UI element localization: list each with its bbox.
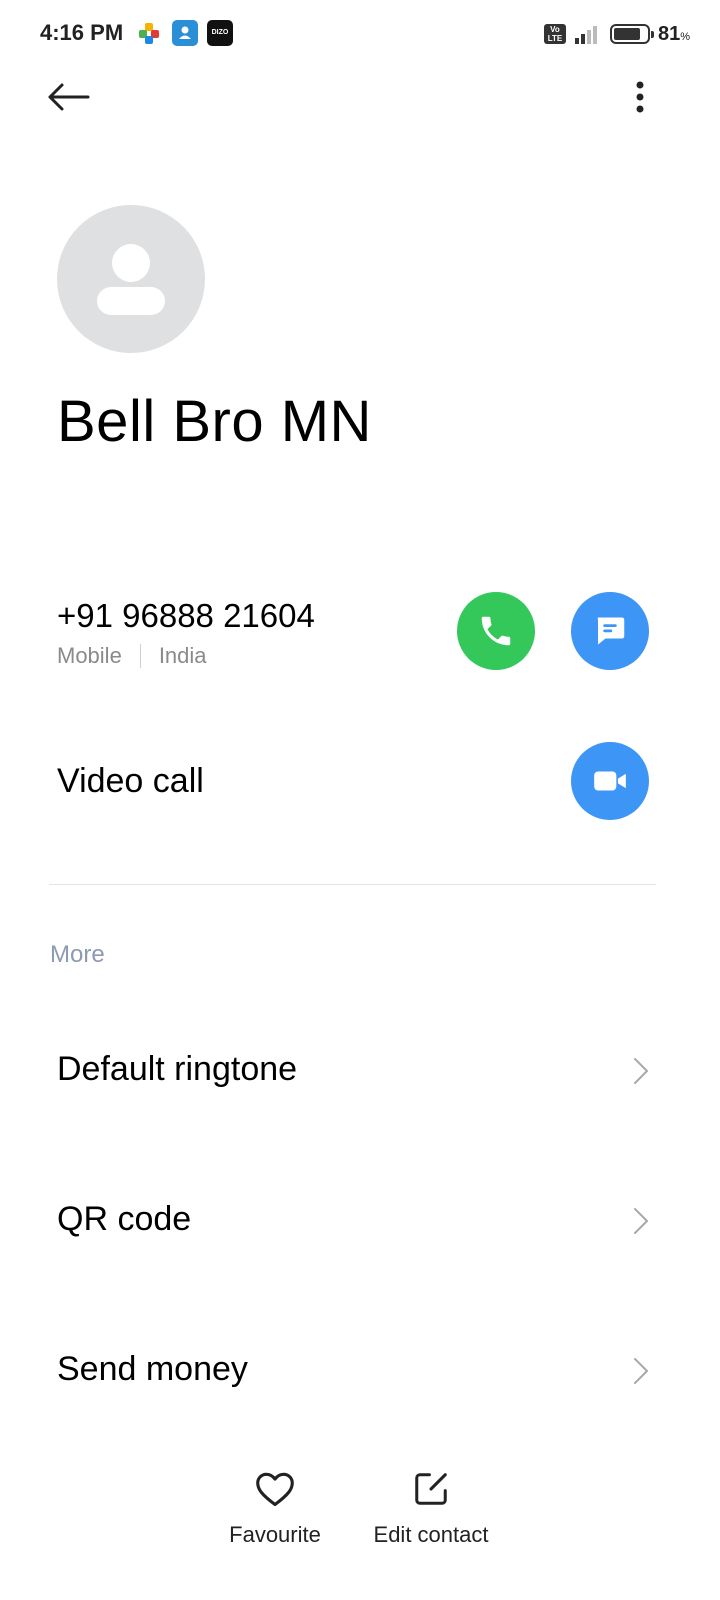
battery-percent-unit: % — [680, 30, 690, 43]
battery-icon — [609, 24, 654, 44]
chevron-right-icon — [634, 1058, 648, 1084]
contact-name: Bell Bro MN — [57, 389, 372, 454]
video-call-label[interactable]: Video call — [57, 762, 204, 801]
dizo-label: DIZO — [211, 29, 229, 36]
heart-icon — [256, 1472, 294, 1507]
back-button[interactable] — [40, 75, 96, 119]
status-time: 4:16 PM — [40, 20, 124, 45]
list-item-label: Default ringtone — [57, 1050, 298, 1088]
battery-level — [613, 28, 640, 40]
dizo-app-icon: DIZO — [207, 20, 233, 46]
list-item-qr-code[interactable]: QR code — [0, 1170, 720, 1270]
favourite-button[interactable]: Favourite — [205, 1470, 345, 1548]
signal-icon — [574, 26, 597, 44]
phone-region: India — [158, 643, 207, 668]
video-camera-icon — [594, 771, 626, 791]
status-indicators: Vo LTE 81% — [543, 20, 690, 48]
meta-divider — [139, 644, 141, 668]
edit-icon — [415, 1473, 447, 1505]
phone-meta: Mobile India — [57, 643, 207, 669]
volte-icon: Vo LTE — [543, 24, 566, 44]
puzzle-app-icon — [136, 20, 162, 46]
back-arrow-icon — [48, 83, 90, 111]
more-vert-icon — [636, 81, 644, 113]
edit-contact-button[interactable]: Edit contact — [360, 1470, 502, 1548]
chevron-right-icon — [634, 1208, 648, 1234]
more-options-button[interactable] — [618, 75, 662, 119]
chevron-right-icon — [634, 1358, 648, 1384]
phone-number[interactable]: +91 96888 21604 — [57, 597, 315, 635]
list-item-default-ringtone[interactable]: Default ringtone — [0, 1020, 720, 1120]
list-item-label: Send money — [57, 1350, 248, 1388]
phone-type: Mobile — [57, 643, 122, 668]
call-button[interactable] — [457, 592, 535, 670]
list-item-send-money[interactable]: Send money — [0, 1320, 720, 1420]
favourite-label: Favourite — [229, 1522, 321, 1547]
battery-percent-value: 81 — [657, 22, 681, 45]
phone-icon — [481, 616, 511, 646]
edit-contact-label: Edit contact — [373, 1522, 489, 1547]
section-divider — [49, 884, 656, 885]
battery-percent: 81% — [658, 23, 690, 46]
more-section-title: More — [50, 941, 105, 968]
message-button[interactable] — [571, 592, 649, 670]
list-item-label: QR code — [57, 1200, 192, 1238]
person-icon — [97, 244, 165, 315]
message-icon — [597, 617, 625, 645]
avatar — [57, 205, 205, 353]
contacts-app-icon — [172, 20, 198, 46]
video-call-button[interactable] — [571, 742, 649, 820]
